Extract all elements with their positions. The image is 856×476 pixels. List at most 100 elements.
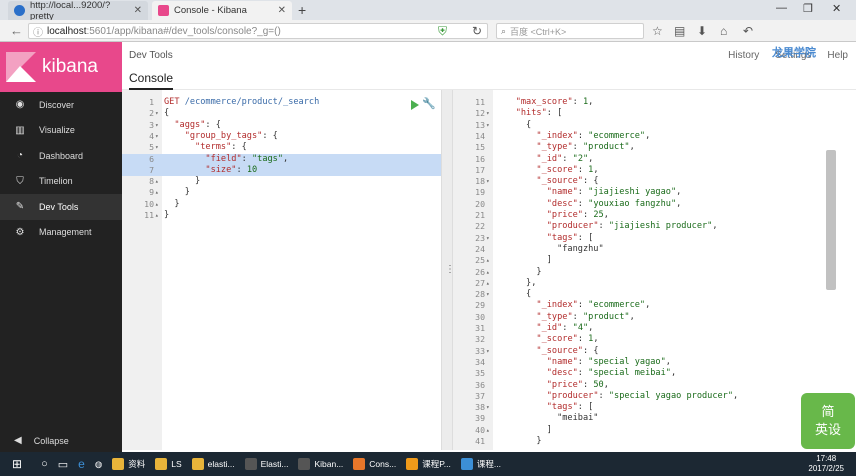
- code-text: "tags": [: [546, 402, 594, 413]
- taskbar-app[interactable]: Kiban...: [293, 452, 348, 476]
- fold-toggle-icon[interactable]: ▾: [155, 108, 159, 119]
- sidebar-item-management[interactable]: ⚙ Management: [0, 220, 122, 246]
- search-placeholder: 百度 <Ctrl+K>: [510, 26, 567, 37]
- edge-icon[interactable]: e: [73, 452, 90, 476]
- code-line: 24 "fangzhu": [453, 244, 838, 255]
- wrench-icon[interactable]: 🔧: [422, 97, 436, 110]
- fold-toggle-icon[interactable]: ▾: [486, 176, 490, 187]
- taskbar-app[interactable]: 课程...: [456, 452, 506, 476]
- code-text: }: [164, 210, 170, 220]
- code-text: "_source": {: [536, 345, 599, 356]
- download-icon[interactable]: ⬇: [697, 24, 707, 38]
- sidebar-item-discover[interactable]: ◉ Discover: [0, 92, 122, 118]
- fold-toggle-icon[interactable]: ▴: [486, 267, 490, 278]
- taskbar-app[interactable]: 课程P...: [401, 452, 456, 476]
- line-number: 12: [475, 108, 485, 119]
- windows-taskbar: ⊞ ○ ▭ e ◍ 资料 LS elasti... Elasti... Kiban...…: [0, 452, 856, 476]
- sidebar-item-dev-tools[interactable]: ✎ Dev Tools: [0, 194, 122, 220]
- fold-toggle-icon[interactable]: ▴: [155, 187, 159, 198]
- code-line: 19 "name": "jiajieshi yagao",: [453, 187, 838, 198]
- close-window-icon[interactable]: ✕: [832, 2, 841, 15]
- fold-toggle-icon[interactable]: ▾: [486, 346, 490, 357]
- breadcrumb[interactable]: Dev Tools: [129, 50, 173, 61]
- search-input[interactable]: ⌕ 百度 <Ctrl+K>: [496, 23, 644, 39]
- reload-icon[interactable]: ↻: [472, 24, 482, 38]
- code-line: 8 ▴ }: [122, 176, 441, 187]
- kibana-logo[interactable]: kibana: [0, 42, 122, 92]
- close-tab-icon[interactable]: ✕: [278, 5, 286, 16]
- back-arrow-icon[interactable]: ←: [10, 23, 23, 38]
- fold-toggle-icon[interactable]: ▾: [155, 142, 159, 153]
- request-editor[interactable]: 1 GET /ecommerce/product/_search 2 ▾{3 ▾ "ag…: [122, 90, 442, 450]
- taskbar-app[interactable]: Cons...: [348, 452, 401, 476]
- undo-icon[interactable]: ↶: [743, 24, 753, 38]
- app-icon: [191, 458, 204, 470]
- code-line: 7 "size": 10: [122, 164, 441, 177]
- line-number: 34: [475, 356, 485, 367]
- line-number: 16: [475, 153, 485, 164]
- fold-toggle-icon[interactable]: ▴: [486, 278, 490, 289]
- fold-toggle-icon[interactable]: ▾: [486, 108, 490, 119]
- response-scrollbar[interactable]: [826, 150, 836, 290]
- system-clock[interactable]: 17:48 2017/2/25: [808, 454, 844, 474]
- pane-resizer[interactable]: ⋮: [442, 90, 455, 450]
- minimize-icon[interactable]: —: [776, 2, 787, 14]
- taskbar-app[interactable]: elasti...: [187, 452, 240, 476]
- kibana-favicon-icon: [158, 5, 169, 16]
- collapse-button[interactable]: ◀ Collapse: [14, 435, 69, 446]
- sidebar-item-timelion[interactable]: ⛉ Timelion: [0, 169, 122, 195]
- fold-toggle-icon[interactable]: ▾: [486, 289, 490, 300]
- fold-toggle-icon[interactable]: ▴: [155, 210, 159, 221]
- line-number: 20: [475, 198, 485, 209]
- library-icon[interactable]: ▤: [674, 24, 685, 38]
- tab-label: http://local...9200/?pretty: [29, 0, 111, 22]
- help-link[interactable]: Help: [827, 50, 848, 61]
- fold-toggle-icon[interactable]: ▾: [486, 402, 490, 413]
- close-tab-icon[interactable]: ✕: [134, 5, 142, 16]
- taskbar-app[interactable]: LS: [150, 452, 186, 476]
- fold-toggle-icon[interactable]: ▴: [155, 176, 159, 187]
- app-icon: [298, 458, 311, 470]
- browser-tab-es[interactable]: http://local...9200/?pretty ✕: [8, 0, 148, 22]
- fold-toggle-icon[interactable]: ▴: [155, 199, 159, 210]
- new-tab-button[interactable]: +: [298, 2, 306, 18]
- sidebar-item-dashboard[interactable]: ◔ Dashboard: [0, 143, 122, 169]
- taskbar-app[interactable]: Elasti...: [240, 452, 294, 476]
- app-icon[interactable]: ◍: [90, 452, 107, 476]
- fold-toggle-icon[interactable]: ▾: [486, 233, 490, 244]
- shield-check-icon[interactable]: ⛨: [438, 24, 447, 39]
- kibana-sidebar: kibana ◉ Discover ▥ Visualize ◔ Dashboar…: [0, 42, 122, 452]
- code-text: "tags": [: [546, 232, 594, 243]
- ime-badge[interactable]: 简 英设: [801, 393, 855, 449]
- start-button[interactable]: ⊞: [0, 452, 27, 476]
- page-title[interactable]: Console: [129, 71, 173, 85]
- gear-icon: ⚙: [15, 226, 25, 238]
- home-icon[interactable]: ⌂: [720, 24, 727, 38]
- send-request-button[interactable]: [411, 100, 419, 110]
- star-icon[interactable]: ☆: [652, 24, 663, 38]
- fold-toggle-icon[interactable]: ▾: [155, 120, 159, 131]
- restore-icon[interactable]: ❐: [803, 2, 813, 15]
- fold-toggle-icon[interactable]: ▾: [486, 120, 490, 131]
- task-view-icon[interactable]: ▭: [53, 452, 73, 476]
- code-line: 2 ▾ {: [122, 108, 441, 119]
- browser-tab-kibana[interactable]: Console - Kibana ✕: [152, 1, 292, 20]
- code-line: 31 "_id": "4",: [453, 323, 838, 334]
- sidebar-item-visualize[interactable]: ▥ Visualize: [0, 118, 122, 144]
- history-link[interactable]: History: [728, 50, 759, 61]
- app-icon: [155, 458, 168, 470]
- url-field[interactable]: ⓘ localhost:5601/app/kibana#/dev_tools/c…: [28, 23, 488, 39]
- search-icon[interactable]: ○: [27, 452, 53, 476]
- code-text: "hits": [: [515, 108, 563, 119]
- line-number: 32: [475, 334, 485, 345]
- taskbar-app[interactable]: 资料: [107, 452, 150, 476]
- code-line: 11 "max_score": 1,: [453, 97, 838, 108]
- response-viewer[interactable]: 11 "max_score": 1, 12 ▾ "hits": [13 ▾ {14 "…: [452, 90, 838, 450]
- taskbar-app-label: Kiban...: [314, 459, 344, 469]
- line-number: 28: [475, 289, 485, 300]
- fold-toggle-icon[interactable]: ▴: [486, 425, 490, 436]
- collapse-label: Collapse: [33, 435, 69, 446]
- fold-toggle-icon[interactable]: ▴: [486, 255, 490, 266]
- watermark-logo: 龙果学院: [772, 47, 816, 59]
- fold-toggle-icon[interactable]: ▾: [155, 131, 159, 142]
